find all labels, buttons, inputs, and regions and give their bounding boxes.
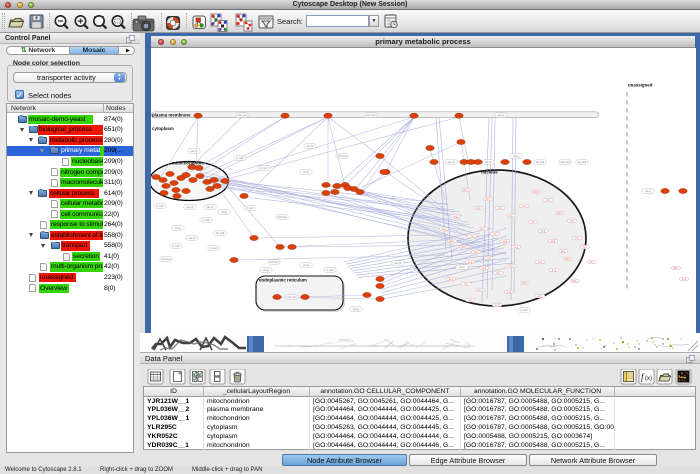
svg-text:bo c: bo c	[486, 198, 491, 201]
svg-text:tr b: tr b	[468, 299, 472, 302]
svg-text:GO c: GO c	[557, 212, 564, 215]
svg-text:tr cell: tr cell	[261, 166, 268, 170]
svg-text:pr g: pr g	[449, 278, 454, 281]
svg-text:int b: int b	[459, 265, 465, 269]
svg-text:GO set: GO set	[337, 154, 346, 158]
svg-text:GO set: GO set	[277, 215, 286, 219]
svg-text:st g: st g	[442, 228, 447, 231]
svg-text:tr b: tr b	[470, 235, 474, 238]
svg-text:bo c: bo c	[478, 289, 483, 292]
svg-text:pr g: pr g	[561, 250, 566, 253]
svg-text:bo c: bo c	[510, 265, 515, 268]
svg-text:tr b: tr b	[496, 272, 500, 275]
svg-text:tr cell: tr cell	[173, 244, 180, 248]
svg-text:st g: st g	[538, 261, 543, 264]
svg-text:tr b: tr b	[531, 221, 535, 224]
svg-text:tr b: tr b	[583, 246, 587, 249]
svg-text:pr g: pr g	[552, 269, 557, 272]
svg-text:nucleus: nucleus	[481, 170, 498, 175]
svg-text:tr cell: tr cell	[247, 206, 254, 210]
svg-text:bo cell: bo cell	[578, 160, 587, 164]
svg-text:tr cell: tr cell	[237, 156, 244, 160]
svg-text:plasma membrane: plasma membrane	[152, 112, 191, 117]
svg-text:pr g: pr g	[682, 278, 687, 281]
svg-text:st g: st g	[476, 207, 481, 210]
svg-text:GO c: GO c	[572, 280, 579, 283]
svg-text:bo cell: bo cell	[216, 231, 225, 235]
svg-text:GO set: GO set	[269, 260, 278, 264]
svg-text:set pr: set pr	[190, 149, 197, 153]
svg-text:GO c: GO c	[449, 240, 456, 243]
svg-text:tr cell: tr cell	[203, 218, 210, 222]
svg-text:st g: st g	[453, 215, 458, 218]
svg-text:tr b: tr b	[464, 283, 468, 286]
svg-text:bo c: bo c	[510, 215, 515, 218]
svg-text:GO set: GO set	[560, 160, 569, 164]
svg-text:mitochondrion: mitochondrion	[172, 161, 203, 166]
svg-text:st g: st g	[590, 261, 595, 264]
svg-text:tra g: tra g	[175, 226, 181, 230]
svg-text:tra g: tra g	[263, 268, 269, 272]
svg-text:cytoplasm: cytoplasm	[152, 126, 174, 131]
svg-text:set pr: set pr	[497, 113, 504, 117]
svg-text:set pr: set pr	[188, 236, 195, 240]
svg-text:st g: st g	[482, 267, 487, 270]
svg-text:GO set: GO set	[287, 295, 296, 299]
svg-text:(x): (x)	[645, 376, 652, 382]
svg-text:GO set: GO set	[237, 113, 246, 117]
svg-text:tr b: tr b	[522, 205, 526, 208]
svg-text:tr cell: tr cell	[327, 268, 334, 272]
svg-text:GO c: GO c	[461, 246, 468, 249]
svg-text:st g: st g	[538, 295, 543, 298]
svg-text:GO c: GO c	[533, 191, 540, 194]
svg-text:set pr: set pr	[484, 160, 491, 164]
svg-text:tra g: tra g	[221, 210, 227, 214]
svg-text:set pr: set pr	[447, 160, 454, 164]
svg-text:st g: st g	[503, 240, 508, 243]
svg-text:int b: int b	[303, 170, 309, 174]
svg-text:GO set: GO set	[161, 257, 170, 261]
svg-text:tr b: tr b	[493, 233, 497, 236]
svg-text:tra g: tra g	[645, 189, 651, 193]
svg-text:unassigned: unassigned	[628, 83, 653, 88]
svg-text:st g: st g	[498, 207, 503, 210]
svg-text:tr cell: tr cell	[157, 204, 164, 208]
svg-text:st g: st g	[474, 251, 479, 254]
svg-text:tra g: tra g	[513, 154, 519, 158]
svg-text:tr cell: tr cell	[211, 246, 218, 250]
svg-text:st g: st g	[514, 246, 519, 249]
svg-text:tra g: tra g	[353, 307, 359, 311]
svg-text:bo c: bo c	[464, 189, 469, 192]
svg-text:tra g: tra g	[303, 263, 309, 267]
svg-text:set pr: set pr	[394, 261, 401, 265]
svg-text:GO c: GO c	[565, 258, 572, 261]
svg-text:st g: st g	[507, 291, 512, 294]
svg-text:st g: st g	[551, 240, 556, 243]
svg-text:bo cell: bo cell	[536, 160, 545, 164]
svg-text:set pr: set pr	[306, 144, 313, 148]
svg-text:GO set: GO set	[366, 113, 375, 117]
svg-text:tr b: tr b	[487, 257, 491, 260]
svg-text:GO c: GO c	[673, 267, 680, 270]
svg-text:set pr: set pr	[186, 205, 193, 209]
svg-text:GO c: GO c	[522, 282, 529, 285]
svg-text:pr g: pr g	[495, 304, 500, 307]
svg-text:endoplasmic reticulum: endoplasmic reticulum	[259, 278, 307, 283]
svg-text:pr g: pr g	[541, 230, 546, 233]
svg-text:tr b: tr b	[575, 237, 579, 240]
svg-text:set pr: set pr	[206, 205, 213, 209]
svg-text:tr cell: tr cell	[521, 308, 528, 312]
svg-text:bo c: bo c	[481, 228, 486, 231]
svg-text:tr b: tr b	[546, 199, 550, 202]
svg-text:pr g: pr g	[468, 261, 473, 264]
svg-text:st g: st g	[570, 220, 575, 223]
